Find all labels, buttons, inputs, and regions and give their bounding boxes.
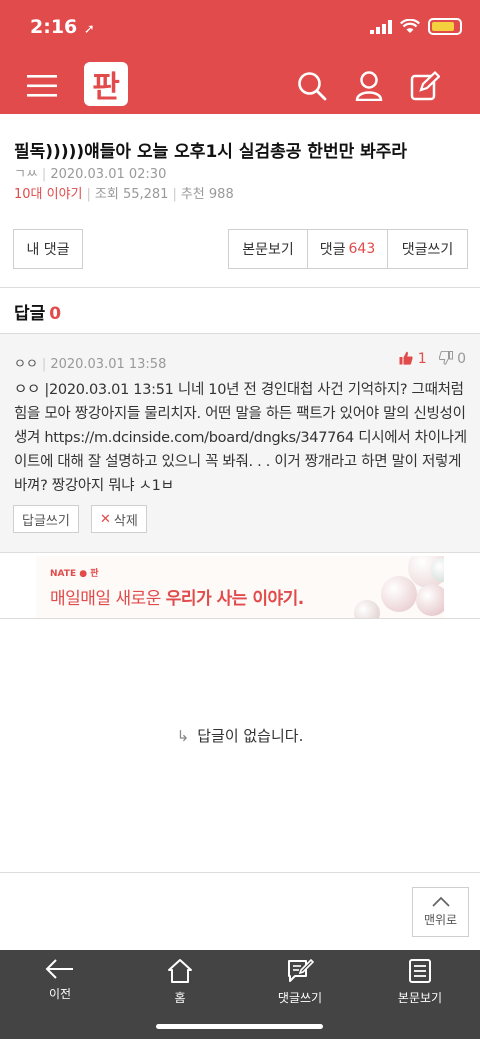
battery-icon <box>428 18 462 35</box>
thumbs-down-icon <box>438 350 453 365</box>
thumbs-up-icon <box>399 351 413 365</box>
document-icon <box>409 959 431 983</box>
chevron-up-icon <box>431 896 450 907</box>
tab-write-comment[interactable]: 댓글쓰기 <box>240 958 360 1006</box>
divider <box>0 872 480 873</box>
post-title: 필독)))))얘들아 오늘 오후1시 실검총공 한번만 봐주라 <box>14 142 408 162</box>
tab-write-comment-label: 댓글쓰기 <box>277 991 323 1005</box>
post-recommends: 추천 988 <box>180 187 234 202</box>
comments-button[interactable]: 댓글 643 <box>307 229 388 269</box>
tab-back-label: 이전 <box>48 987 72 1001</box>
ad-text-plain: 매일매일 새로운 <box>50 589 166 609</box>
delete-button[interactable]: ✕ 삭제 <box>91 505 147 533</box>
post-views: 조회 55,281 <box>94 187 169 202</box>
back-to-top-button[interactable]: 맨위로 <box>412 887 469 937</box>
profile-button[interactable] <box>349 66 389 106</box>
comments-count: 643 <box>348 241 376 257</box>
comment-date: 2020.03.01 13:58 <box>50 357 167 372</box>
write-comment-icon <box>288 958 314 982</box>
post-author[interactable]: ㄱㅆ <box>14 167 38 182</box>
downvote-count: 0 <box>457 351 466 367</box>
home-indicator <box>156 1024 323 1029</box>
ad-text-bold: 우리가 사는 이야기. <box>165 589 304 609</box>
home-icon <box>168 959 192 983</box>
status-icons <box>370 18 462 35</box>
delete-label: 삭제 <box>113 513 138 529</box>
hamburger-icon <box>27 75 57 97</box>
back-arrow-icon <box>45 959 73 979</box>
app-header: 판 <box>0 56 480 114</box>
ad-banner[interactable]: NATE ● 판 매일매일 새로운 우리가 사는 이야기. <box>36 556 444 618</box>
tab-home[interactable]: 홈 <box>120 958 240 1006</box>
location-arrow-icon: ➚ <box>83 22 95 37</box>
write-comment-button[interactable]: 댓글쓰기 <box>387 229 468 269</box>
action-buttons: 내 댓글 본문보기 댓글 643 댓글쓰기 <box>0 229 480 271</box>
tab-home-label: 홈 <box>174 991 186 1005</box>
post-meta: ㄱㅆ | 2020.03.01 02:30 <box>14 167 167 182</box>
user-icon <box>355 71 383 101</box>
search-icon <box>298 72 327 101</box>
close-icon: ✕ <box>100 511 111 527</box>
ad-text: 매일매일 새로운 우리가 사는 이야기. <box>50 584 304 609</box>
replies-count: 0 <box>49 304 62 324</box>
divider <box>0 287 480 288</box>
comment-votes: 1 0 <box>399 350 466 367</box>
back-to-top-label: 맨위로 <box>423 913 458 927</box>
status-time: 2:16 ➚ <box>30 16 95 38</box>
ad-brand: NATE ● 판 <box>50 569 99 579</box>
comment-item: ㅇㅇ | 2020.03.01 13:58 1 0 ㅇㅇ |2020.03.01 1… <box>0 333 480 553</box>
reply-arrow-icon: ↳ <box>176 727 190 745</box>
reply-button[interactable]: 답글쓰기 <box>13 505 79 533</box>
upvote-button[interactable]: 1 <box>399 351 427 367</box>
signal-icon <box>370 19 392 34</box>
status-time-text: 2:16 <box>30 16 78 38</box>
replies-label: 답글 <box>14 304 46 324</box>
pann-logo[interactable]: 판 <box>84 62 128 106</box>
post-date: 2020.03.01 02:30 <box>50 167 167 182</box>
compose-icon <box>410 71 440 101</box>
empty-message: 답글이 없습니다. <box>197 727 304 745</box>
comment-author: ㅇㅇ <box>14 357 38 372</box>
comment-meta: ㅇㅇ | 2020.03.01 13:58 <box>14 357 167 372</box>
comment-body: ㅇㅇ |2020.03.01 13:51 니네 10년 전 경인대첩 사건 기억… <box>14 382 467 494</box>
tab-back[interactable]: 이전 <box>0 958 120 1002</box>
menu-button[interactable] <box>22 66 62 106</box>
post-category[interactable]: 10대 이야기 <box>14 187 83 202</box>
status-bar: 2:16 ➚ <box>0 0 480 56</box>
view-post-button[interactable]: 본문보기 <box>228 229 308 269</box>
search-button[interactable] <box>292 66 332 106</box>
replies-heading: 답글 0 <box>14 299 61 324</box>
post-stats: 10대 이야기 | 조회 55,281 | 추천 988 <box>14 187 234 202</box>
write-button[interactable] <box>405 66 445 106</box>
wifi-icon <box>400 19 420 33</box>
my-comments-button[interactable]: 내 댓글 <box>13 229 83 269</box>
tab-view-post-label: 본문보기 <box>397 991 443 1005</box>
comments-label: 댓글 <box>319 242 346 258</box>
upvote-count: 1 <box>417 351 427 367</box>
logo-text: 판 <box>92 70 120 105</box>
downvote-button[interactable]: 0 <box>438 350 466 367</box>
empty-replies: ↳ 답글이 없습니다. <box>0 725 480 746</box>
divider <box>0 618 480 619</box>
tab-view-post[interactable]: 본문보기 <box>360 958 480 1006</box>
